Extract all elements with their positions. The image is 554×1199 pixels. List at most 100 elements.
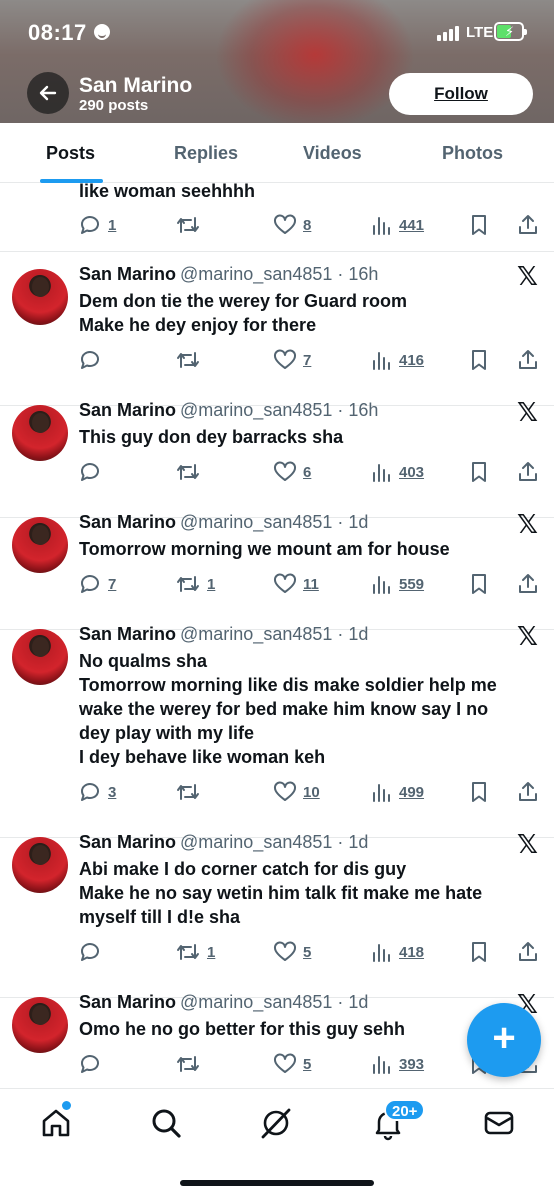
repost-icon: [175, 780, 201, 804]
views-button[interactable]: 403: [371, 458, 424, 486]
tab-replies[interactable]: Replies: [174, 143, 238, 164]
like-count: 5: [303, 943, 312, 961]
reply-button[interactable]: [78, 938, 108, 966]
compose-post-button[interactable]: +: [467, 1003, 541, 1077]
post[interactable]: San Marino @marino_san4851 · 16h 𝕏 This guy…: [0, 388, 554, 518]
bookmark-button[interactable]: [468, 570, 490, 598]
post[interactable]: San Marino @marino_san4851 · 1d 𝕏 Tomorrow …: [0, 500, 554, 630]
like-button[interactable]: 7: [273, 346, 311, 374]
views-button[interactable]: 499: [371, 778, 424, 806]
post-actions: 1 5 418: [0, 938, 554, 966]
views-button[interactable]: 441: [371, 211, 424, 239]
nav-messages[interactable]: [481, 1105, 517, 1141]
tab-posts[interactable]: Posts: [46, 143, 95, 164]
bookmark-button[interactable]: [468, 346, 490, 374]
post[interactable]: San Marino @marino_san4851 · 16h 𝕏 Dem don …: [0, 252, 554, 406]
avatar[interactable]: [12, 517, 68, 573]
bookmark-button[interactable]: [468, 938, 490, 966]
author-name[interactable]: San Marino: [79, 624, 176, 644]
share-button[interactable]: [516, 346, 540, 374]
share-button[interactable]: [516, 458, 540, 486]
like-button[interactable]: 5: [273, 938, 311, 966]
like-icon: [273, 1052, 297, 1076]
bookmark-icon: [468, 572, 490, 596]
avatar[interactable]: [12, 629, 68, 685]
like-button[interactable]: 8: [273, 211, 311, 239]
avatar[interactable]: [12, 837, 68, 893]
home-unread-dot: [62, 1101, 71, 1110]
author-name[interactable]: San Marino: [79, 832, 176, 852]
post[interactable]: San Marino @marino_san4851 · 1d 𝕏 No qualms…: [0, 612, 554, 838]
tab-photos[interactable]: Photos: [442, 143, 503, 164]
avatar[interactable]: [12, 405, 68, 461]
back-button[interactable]: [27, 72, 69, 114]
share-button[interactable]: [516, 938, 540, 966]
reply-button[interactable]: [78, 458, 108, 486]
status-bar: 08:17 LTE ⚡: [0, 0, 554, 66]
avatar[interactable]: [12, 269, 68, 325]
post-header: San Marino @marino_san4851 · 1d: [79, 992, 368, 1013]
share-icon: [516, 572, 540, 596]
repost-icon: [175, 940, 201, 964]
share-button[interactable]: [516, 211, 540, 239]
x-logo-icon: 𝕏: [517, 262, 538, 292]
profile-post-count: 290 posts: [79, 97, 149, 114]
repost-icon: [175, 460, 201, 484]
bookmark-button[interactable]: [468, 458, 490, 486]
views-icon: [371, 214, 393, 236]
like-button[interactable]: 11: [273, 570, 319, 598]
author-name[interactable]: San Marino: [79, 400, 176, 420]
repost-button[interactable]: [175, 458, 207, 486]
reply-button[interactable]: 7: [78, 570, 116, 598]
repost-button[interactable]: 1: [175, 570, 215, 598]
views-icon: [371, 349, 393, 371]
views-button[interactable]: 559: [371, 570, 424, 598]
post-text-line: wake the werey for bed make him know say…: [79, 699, 489, 719]
notifications-badge: 20+: [384, 1099, 426, 1121]
repost-button[interactable]: [175, 778, 207, 806]
views-button[interactable]: 418: [371, 938, 424, 966]
nav-grok[interactable]: [258, 1105, 294, 1141]
nav-search[interactable]: [148, 1105, 184, 1141]
reply-button[interactable]: [78, 346, 108, 374]
share-button[interactable]: [516, 570, 540, 598]
posts-feed[interactable]: like woman seehhhh 1 8 441 San Marino @mari…: [0, 183, 554, 1088]
mail-icon: [484, 1111, 514, 1135]
share-icon: [516, 460, 540, 484]
post-text-line: Make he no say wetin him talk fit make m…: [79, 883, 483, 903]
reply-button[interactable]: [78, 1050, 108, 1078]
like-button[interactable]: 6: [273, 458, 311, 486]
reply-icon: [78, 780, 102, 804]
reply-button[interactable]: 1: [78, 211, 116, 239]
reply-count: 7: [108, 575, 117, 593]
profile-tabs: Posts Replies Videos Photos: [0, 123, 554, 183]
like-button[interactable]: 5: [273, 1050, 311, 1078]
follow-button[interactable]: Follow: [389, 73, 533, 115]
views-button[interactable]: 416: [371, 346, 424, 374]
views-button[interactable]: 393: [371, 1050, 424, 1078]
repost-button[interactable]: 1: [175, 938, 215, 966]
tab-videos[interactable]: Videos: [303, 143, 362, 164]
bookmark-button[interactable]: [468, 211, 490, 239]
repost-button[interactable]: [175, 211, 207, 239]
like-button[interactable]: 10: [273, 778, 320, 806]
repost-button[interactable]: [175, 346, 207, 374]
avatar[interactable]: [12, 997, 68, 1053]
reply-button[interactable]: 3: [78, 778, 116, 806]
reply-count: 1: [108, 216, 117, 234]
author-name[interactable]: San Marino: [79, 264, 176, 284]
post-text: No qualms sha Tomorrow morning like dis m…: [79, 649, 539, 769]
share-button[interactable]: [516, 778, 540, 806]
post-partial[interactable]: like woman seehhhh 1 8 441: [0, 183, 554, 252]
reply-icon: [78, 213, 102, 237]
share-icon: [516, 348, 540, 372]
nav-home[interactable]: [38, 1105, 74, 1141]
post[interactable]: San Marino @marino_san4851 · 1d 𝕏 Abi make …: [0, 820, 554, 998]
author-name[interactable]: San Marino: [79, 992, 176, 1012]
views-count: 441: [399, 216, 425, 234]
bookmark-button[interactable]: [468, 778, 490, 806]
author-handle: @marino_san4851 · 1d: [180, 512, 369, 532]
repost-button[interactable]: [175, 1050, 207, 1078]
author-name[interactable]: San Marino: [79, 512, 176, 532]
post-text-line: This guy don dey barracks sha: [79, 427, 344, 447]
